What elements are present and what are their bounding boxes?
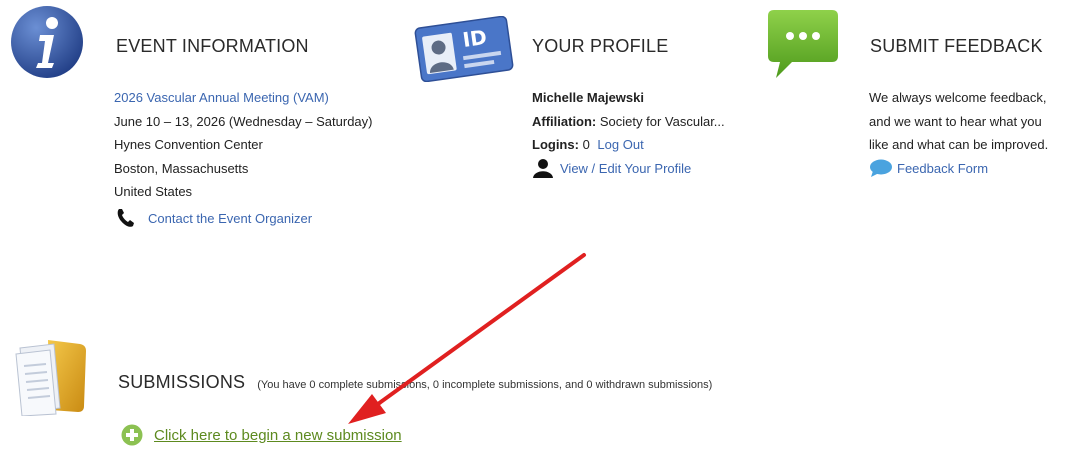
- submissions-summary: (You have 0 complete submissions, 0 inco…: [257, 379, 713, 391]
- event-info-details: 2026 Vascular Annual Meeting (VAM) June …: [114, 86, 373, 204]
- profile-title: YOUR PROFILE: [532, 36, 669, 56]
- feedback-details: We always welcome feedback, and we want …: [869, 86, 1048, 180]
- event-info-title: EVENT INFORMATION: [116, 36, 309, 56]
- logout-link[interactable]: Log Out: [597, 137, 643, 152]
- chat-bubble-icon: [766, 6, 840, 82]
- event-city: Boston, Massachusetts: [114, 160, 249, 176]
- logins-value: 0: [582, 137, 590, 152]
- id-badge-text: ID: [461, 25, 488, 52]
- feedback-line-3: like and what can be improved.: [869, 137, 1049, 152]
- profile-logins: Logins: 0 Log Out: [532, 133, 725, 157]
- view-edit-profile-link[interactable]: View / Edit Your Profile: [560, 157, 691, 181]
- feedback-line-2: and we want to hear what you: [869, 113, 1042, 129]
- speech-bubble-icon: [869, 159, 893, 178]
- feedback-title: SUBMIT FEEDBACK: [870, 36, 1043, 56]
- event-dates: June 10 – 13, 2026 (Wednesday – Saturday…: [114, 113, 373, 129]
- feedback-line-1: We always welcome feedback,: [869, 90, 1047, 105]
- profile-details: Michelle Majewski Affiliation: Society f…: [532, 86, 725, 180]
- new-submission-link[interactable]: Click here to begin a new submission: [154, 427, 402, 444]
- profile-affiliation: Affiliation: Society for Vascular...: [532, 110, 725, 134]
- event-name-link[interactable]: 2026 Vascular Annual Meeting (VAM): [114, 90, 329, 105]
- new-submission-row[interactable]: Click here to begin a new submission: [121, 424, 402, 446]
- person-icon: [532, 158, 554, 179]
- logins-label: Logins:: [532, 137, 579, 152]
- feedback-form-row[interactable]: Feedback Form: [869, 157, 1048, 181]
- affiliation-label: Affiliation:: [532, 113, 597, 129]
- id-card-icon: ID: [412, 15, 516, 83]
- submissions-header: SUBMISSIONS (You have 0 complete submiss…: [118, 372, 712, 393]
- profile-name: Michelle Majewski: [532, 90, 644, 105]
- event-country: United States: [114, 184, 193, 199]
- phone-icon: [116, 207, 136, 229]
- event-venue: Hynes Convention Center: [114, 137, 263, 152]
- feedback-form-link[interactable]: Feedback Form: [897, 157, 988, 181]
- contact-organizer-row[interactable]: Contact the Event Organizer: [116, 207, 312, 229]
- submissions-title: SUBMISSIONS: [118, 372, 246, 392]
- contact-organizer-link[interactable]: Contact the Event Organizer: [148, 211, 312, 226]
- affiliation-value: Society for Vascular...: [599, 113, 725, 129]
- view-edit-profile-row[interactable]: View / Edit Your Profile: [532, 157, 725, 181]
- folder-icon: [14, 334, 92, 417]
- add-circle-icon: [121, 424, 143, 446]
- event-info-icon: [10, 5, 84, 79]
